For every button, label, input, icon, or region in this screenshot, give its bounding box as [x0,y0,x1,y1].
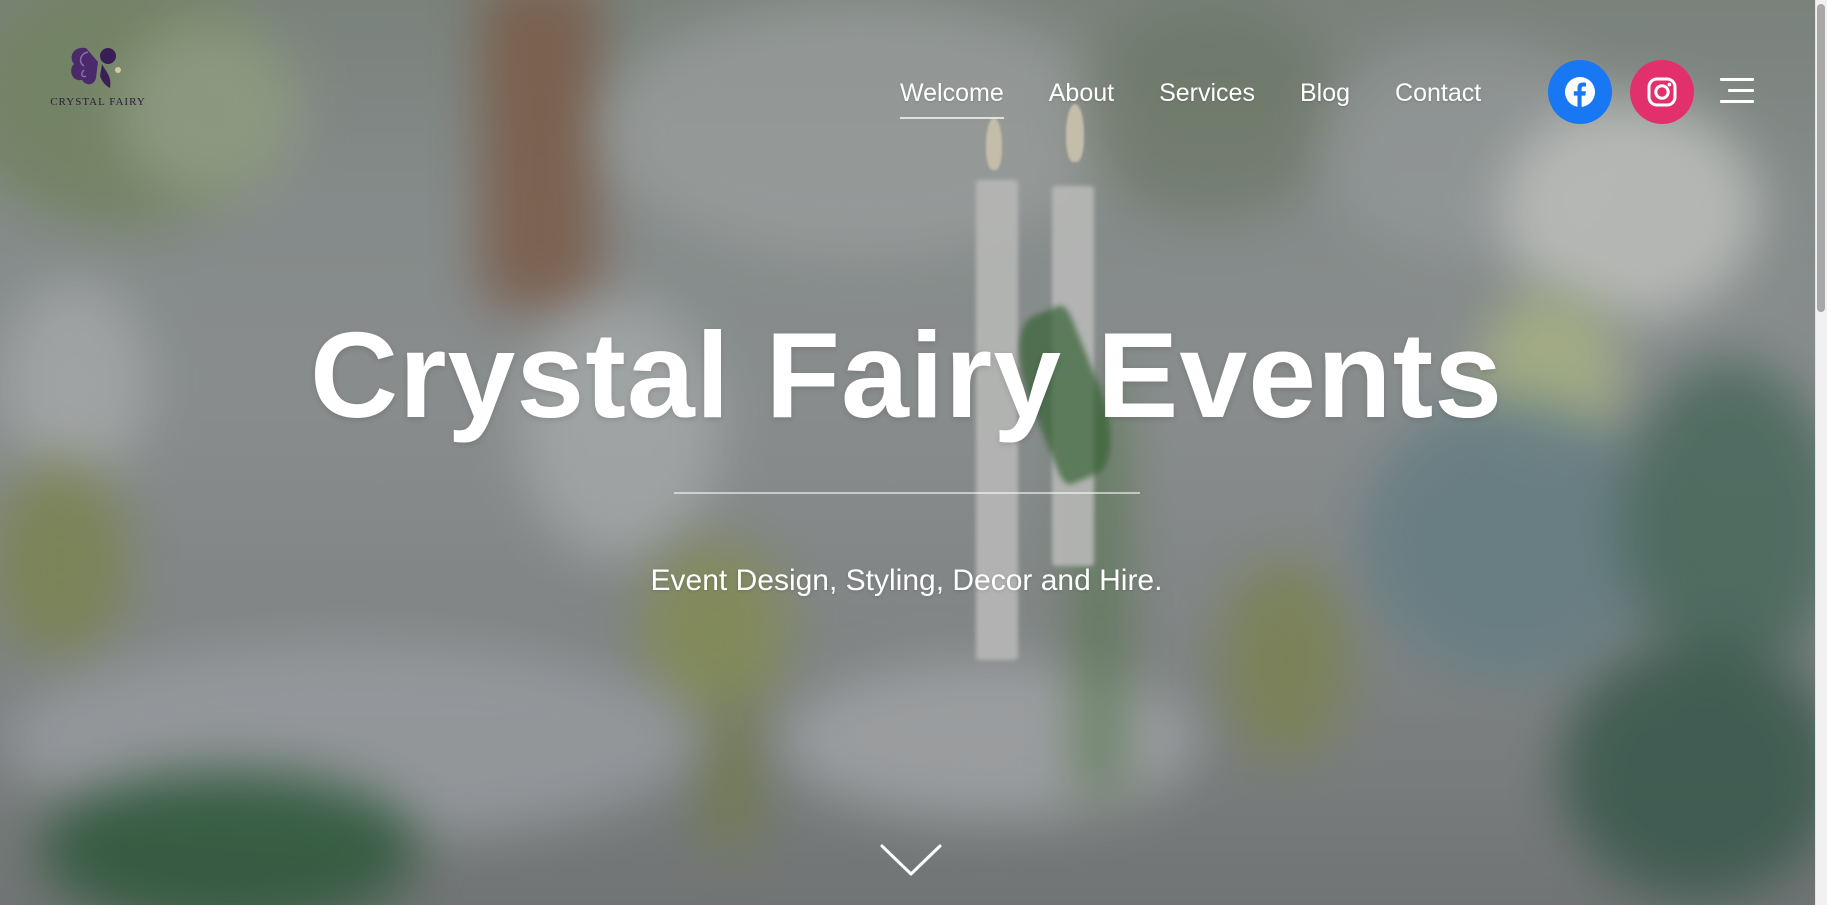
nav-item-contact[interactable]: Contact [1395,76,1481,110]
nav-item-blog[interactable]: Blog [1300,76,1350,110]
hero-overlay [0,0,1827,905]
hero-title: Crystal Fairy Events [309,307,1504,443]
nav-item-welcome[interactable]: Welcome [900,76,1004,119]
hero-divider [674,492,1140,494]
facebook-icon [1565,77,1595,107]
main-navigation: Welcome About Services Blog Contact [900,76,1481,119]
fairy-logo-icon [71,47,121,88]
facebook-button[interactable] [1548,60,1612,124]
site-logo[interactable]: CRYSTAL FAIRY [50,42,146,112]
logo-text: CRYSTAL FAIRY [50,96,146,108]
instagram-icon [1647,77,1677,107]
instagram-button[interactable] [1630,60,1694,124]
nav-item-services[interactable]: Services [1159,76,1255,110]
page-scrollbar[interactable] [1815,0,1827,905]
hamburger-menu-icon[interactable] [1720,78,1754,104]
scroll-down-button[interactable] [880,842,942,878]
nav-item-about[interactable]: About [1049,76,1114,110]
scrollbar-thumb[interactable] [1817,4,1825,312]
hero-subtitle: Event Design, Styling, Decor and Hire. [650,564,1163,597]
chevron-down-icon [880,844,942,876]
